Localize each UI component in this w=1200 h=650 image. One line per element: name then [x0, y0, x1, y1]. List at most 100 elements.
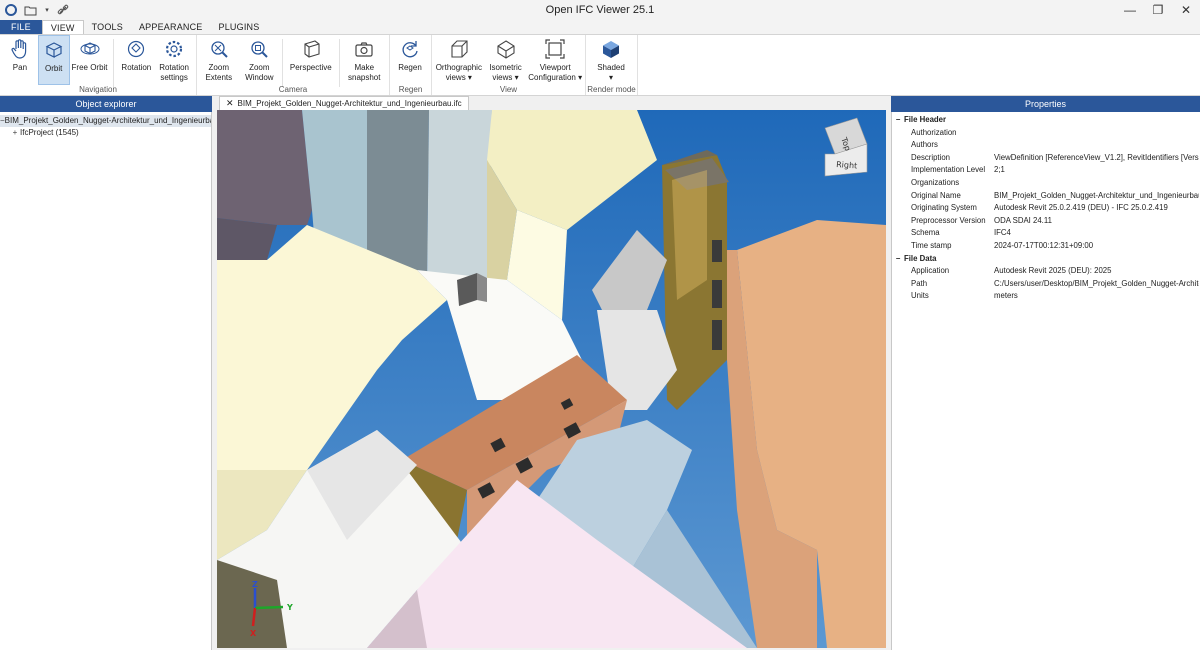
regen-group-label: Regen — [398, 85, 423, 94]
rotation-button[interactable]: Rotation — [118, 35, 154, 85]
property-key: Authors — [911, 140, 938, 150]
rotation-icon — [124, 37, 148, 61]
close-tab-icon[interactable]: ✕ — [226, 97, 234, 110]
tab-file[interactable]: FILE — [0, 20, 42, 34]
property-row: Authorization — [892, 127, 1200, 140]
open-folder-icon[interactable] — [24, 3, 38, 17]
property-row: Authors — [892, 139, 1200, 152]
regen-button[interactable]: Regen — [392, 35, 428, 85]
property-value: BIM_Projekt_Golden_Nugget-Architektur_un… — [994, 190, 1199, 200]
property-key: Authorization — [911, 127, 957, 137]
property-row: Preprocessor Version ODA SDAI 24.11 — [892, 215, 1200, 228]
link-icon[interactable] — [56, 3, 70, 17]
collapse-icon[interactable]: − — [894, 253, 902, 266]
camera-icon — [352, 37, 376, 61]
document-tab[interactable]: ✕ BIM_Projekt_Golden_Nugget-Architektur_… — [219, 96, 469, 110]
tab-tools[interactable]: TOOLS — [84, 20, 131, 34]
minimize-icon[interactable]: — — [1116, 0, 1144, 20]
orbit-icon — [42, 38, 66, 62]
zoom-window-button[interactable]: Zoom Window — [239, 35, 281, 85]
perspective-button[interactable]: Perspective — [285, 35, 336, 85]
property-key: Units — [911, 291, 929, 301]
tree-item-root[interactable]: − BIM_Projekt_Golden_Nugget-Architektur_… — [0, 115, 211, 127]
property-row: Original Name BIM_Projekt_Golden_Nugget-A… — [892, 190, 1200, 203]
tab-plugins[interactable]: PLUGINS — [211, 20, 268, 34]
collapse-icon[interactable]: − — [894, 114, 902, 127]
render-mode-group: Shaded ▾ Render mode — [586, 35, 638, 95]
shaded-cube-icon — [599, 37, 623, 61]
free-orbit-button[interactable]: Free Orbit — [70, 35, 110, 85]
viewport-configuration-button[interactable]: Viewport Configuration ▾ — [527, 35, 583, 85]
free-orbit-icon — [78, 37, 102, 61]
shaded-label: Shaded ▾ — [597, 63, 625, 82]
file-data-category[interactable]: − File Data — [892, 253, 1200, 266]
settings-gear-icon — [162, 37, 186, 61]
shaded-button[interactable]: Shaded ▾ — [588, 35, 634, 85]
property-key: Path — [911, 278, 928, 288]
quick-access-toolbar: ▾ — [0, 3, 120, 17]
property-value: IFC4 — [994, 228, 1011, 238]
3d-model-view[interactable]: Top Right Z Y X — [217, 110, 886, 648]
zoom-extents-icon — [207, 37, 231, 61]
tab-view[interactable]: VIEW — [41, 20, 84, 34]
property-key: Application — [911, 266, 950, 276]
viewport-icon — [543, 37, 567, 61]
camera-group: Zoom Extents Zoom Window Perspective Mak… — [197, 35, 390, 95]
app-logo-icon — [4, 3, 18, 17]
expand-icon[interactable]: + — [10, 127, 20, 139]
orbit-button[interactable]: Orbit — [37, 35, 70, 85]
file-data-label: File Data — [904, 253, 937, 263]
make-snapshot-button[interactable]: Make snapshot — [341, 35, 387, 85]
document-tab-bar: ✕ BIM_Projekt_Golden_Nugget-Architektur_… — [213, 96, 890, 110]
zoom-extents-button[interactable]: Zoom Extents — [199, 35, 239, 85]
make-snapshot-label: Make snapshot — [348, 63, 381, 82]
object-explorer: − BIM_Projekt_Golden_Nugget-Architektur_… — [0, 112, 212, 650]
iso-cube-icon — [494, 37, 518, 61]
file-header-label: File Header — [904, 115, 947, 124]
perspective-label: Perspective — [289, 63, 332, 72]
isometric-views-button[interactable]: Isometric views ▾ — [484, 35, 528, 85]
file-header-category[interactable]: − File Header — [892, 114, 1200, 127]
property-value: Autodesk Revit 2025 (DEU): 2025 — [994, 266, 1112, 276]
restore-icon[interactable]: ❐ — [1144, 0, 1172, 20]
property-row: Path C:/Users/user/Desktop/BIM_Projekt_Go… — [892, 278, 1200, 291]
regen-icon — [398, 37, 422, 61]
properties-header: Properties — [891, 96, 1200, 112]
tree-item-root-label: BIM_Projekt_Golden_Nugget-Architektur_un… — [4, 116, 211, 125]
render-mode-group-label: Render mode — [587, 85, 636, 94]
orbit-label: Orbit — [45, 64, 63, 73]
rotation-settings-button[interactable]: Rotation settings — [154, 35, 194, 85]
navigation-group-label: Navigation — [79, 85, 117, 94]
property-row: Description ViewDefinition [ReferenceView… — [892, 152, 1200, 165]
viewport-configuration-label: Viewport Configuration ▾ — [528, 63, 583, 82]
view-group: Orthographic views ▾ Isometric views ▾ V… — [432, 35, 586, 95]
property-row: Implementation Level 2;1 — [892, 164, 1200, 177]
property-key: Time stamp — [911, 240, 952, 250]
property-key: Preprocessor Version — [911, 215, 986, 225]
rotation-label: Rotation — [121, 63, 152, 72]
axis-y-label: Y — [286, 603, 293, 612]
zoom-extents-label: Zoom Extents — [205, 63, 233, 82]
property-key: Organizations — [911, 177, 960, 187]
ribbon-tabs: FILE VIEW TOOLS APPEARANCE PLUGINS — [0, 20, 1200, 34]
window-title: Open IFC Viewer 25.1 — [545, 4, 655, 16]
orthographic-views-button[interactable]: Orthographic views ▾ — [434, 35, 484, 85]
property-row: Time stamp 2024-07-17T00:12:31+09:00 — [892, 240, 1200, 253]
tree-item-ifcproject[interactable]: + IfcProject (1545) — [0, 127, 211, 139]
view-cube-right-label[interactable]: Right — [836, 160, 858, 170]
3d-viewport[interactable]: Top Right Z Y X — [217, 110, 886, 648]
property-row: Schema IFC4 — [892, 227, 1200, 240]
navigation-group: Pan Orbit Free Orbit Rotation Rotation s… — [0, 35, 197, 95]
title-bar: ▾ Open IFC Viewer 25.1 — ❐ ✕ — [0, 0, 1200, 20]
pan-label: Pan — [12, 63, 28, 72]
pan-button[interactable]: Pan — [2, 35, 38, 85]
close-icon[interactable]: ✕ — [1172, 0, 1200, 20]
isometric-views-label: Isometric views ▾ — [489, 63, 522, 82]
property-value: C:/Users/user/Desktop/BIM_Projekt_Golden… — [994, 278, 1199, 288]
property-key: Description — [911, 152, 950, 162]
tab-appearance[interactable]: APPEARANCE — [131, 20, 211, 34]
regen-group: Regen Regen — [390, 35, 432, 95]
property-key: Original Name — [911, 190, 961, 200]
dropdown-arrow-icon[interactable]: ▾ — [44, 3, 50, 17]
properties-panel: − File Header Authorization Authors Desc… — [891, 112, 1200, 650]
